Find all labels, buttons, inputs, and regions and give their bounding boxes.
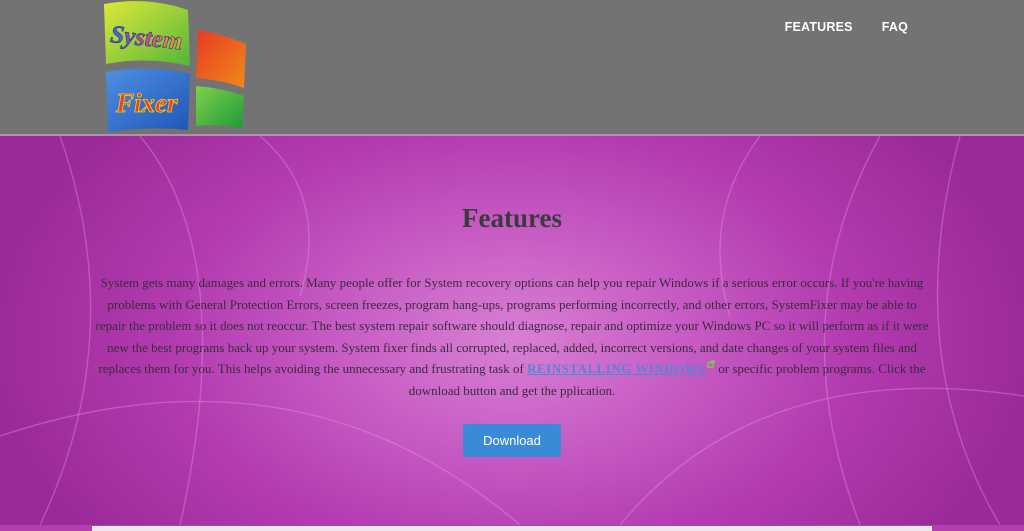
content-bottom-edge (92, 526, 932, 531)
page-title: Features (462, 203, 562, 233)
reinstalling-windows-link[interactable]: REINSTALLING WINDOWS (527, 361, 706, 376)
nav-link-features[interactable]: FEATURES (785, 20, 853, 34)
main-nav: FEATURES FAQ (785, 20, 908, 34)
download-button[interactable]: Download (463, 424, 561, 457)
nav-link-faq[interactable]: FAQ (882, 20, 908, 34)
external-link-icon (707, 360, 715, 368)
page: System Fixer FEATURES FAQ Features Syste… (0, 0, 1024, 531)
features-description: System gets many damages and errors. Man… (92, 272, 932, 402)
logo-word-fixer: Fixer (115, 88, 178, 118)
bottom-strip (0, 525, 1024, 531)
system-fixer-logo[interactable]: System Fixer (98, 0, 250, 134)
site-header: System Fixer FEATURES FAQ (0, 0, 1024, 134)
